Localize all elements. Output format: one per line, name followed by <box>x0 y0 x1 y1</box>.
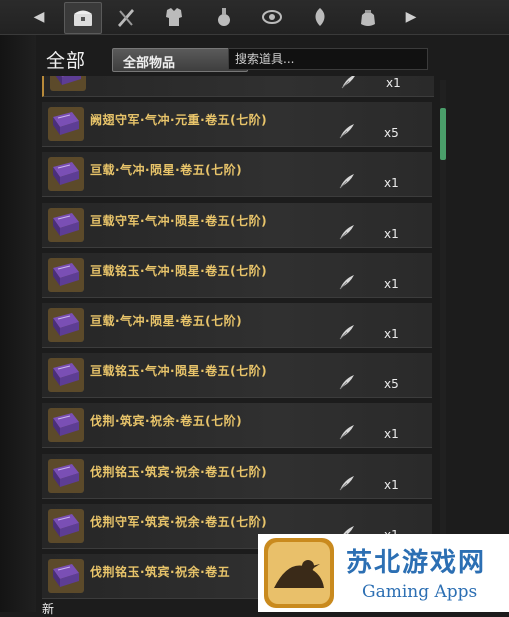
watermark-badge: 苏北游戏网 Gaming Apps <box>258 534 509 612</box>
category-dropdown-value: 全部物品 <box>123 56 176 71</box>
item-quantity: x5 <box>384 377 399 392</box>
scrollbar-thumb[interactable] <box>440 108 446 160</box>
manual-book-icon <box>48 107 84 142</box>
manual-book-icon <box>48 508 84 543</box>
armor-icon <box>166 8 182 26</box>
tab-armor[interactable] <box>156 2 192 32</box>
item-name: 伐荆·筑宾·祝余·卷五(七阶) <box>90 414 243 429</box>
manual-book-icon <box>50 76 86 91</box>
filter-bar: 全部 全部物品 <box>40 44 440 76</box>
item-row[interactable]: 亘载铭玉·气冲·陨星·卷五(七阶) x5 <box>42 353 432 399</box>
tab-pouch[interactable] <box>350 2 386 32</box>
item-quantity: x1 <box>384 327 399 341</box>
manual-book-icon <box>48 157 84 192</box>
item-row[interactable]: 阙翅守军·气冲·元重·卷五(七阶) x5 <box>42 102 432 148</box>
category-tab-bar: ◀ ▶ <box>0 0 509 35</box>
accessory-icon <box>262 10 282 24</box>
new-label: 新 <box>42 602 55 616</box>
category-title: 全部 <box>46 50 87 72</box>
item-name: 伐荆铭玉·筑宾·祝余·卷五(七阶) <box>90 464 268 479</box>
item-list: x1 阙翅守军·气冲·元重·卷五(七阶) x5 亘载·气冲·陨星·卷五(七阶) x1 亘载… <box>40 76 436 612</box>
quill-icon <box>341 76 355 89</box>
item-quantity: x5 <box>384 126 399 141</box>
item-quantity: x1 <box>384 276 399 291</box>
item-name: 亘载·气冲·陨星·卷五(七阶) <box>90 163 243 178</box>
quill-icon <box>339 174 354 189</box>
tab-chest[interactable] <box>64 2 102 34</box>
item-quantity: x1 <box>384 226 399 241</box>
item-row[interactable]: 伐荆·筑宾·祝余·卷五(七阶) x1 <box>42 403 432 449</box>
item-row[interactable]: 亘载·气冲·陨星·卷五(七阶) x1 <box>42 303 432 348</box>
item-row[interactable]: 亘载铭玉·气冲·陨星·卷五(七阶) x1 <box>42 252 432 298</box>
manual-book-icon <box>48 559 84 593</box>
manual-book-icon <box>48 458 84 493</box>
item-name: 伐荆守军·筑宾·祝余·卷五(七阶) <box>90 514 268 529</box>
tab-next-arrow-icon[interactable]: ▶ <box>402 8 420 26</box>
item-quantity: x1 <box>384 477 399 492</box>
item-quantity: x1 <box>384 176 399 191</box>
tab-herb[interactable] <box>302 2 338 32</box>
manual-book-icon <box>48 408 84 443</box>
watermark-subtitle: Gaming Apps <box>362 582 478 602</box>
chest-icon <box>74 10 92 26</box>
watermark-logo-icon <box>264 538 334 608</box>
tab-prev-arrow-icon[interactable]: ◀ <box>30 8 48 26</box>
tab-weapon[interactable] <box>108 2 144 32</box>
item-row[interactable]: 亘载守军·气冲·陨星·卷五(七阶) x1 <box>42 202 432 248</box>
tab-accessory[interactable] <box>254 2 290 32</box>
manual-book-icon <box>48 308 84 342</box>
weapon-icon <box>118 9 134 27</box>
tab-potion[interactable] <box>206 2 242 32</box>
manual-book-icon <box>48 358 84 393</box>
quill-icon <box>339 325 354 340</box>
pouch-icon <box>361 10 375 26</box>
left-frame <box>0 34 36 612</box>
item-name: 亘载铭玉·气冲·陨星·卷五(七阶) <box>90 364 268 379</box>
quill-icon <box>339 124 354 139</box>
quill-icon <box>339 425 354 440</box>
watermark-title: 苏北游戏网 <box>346 548 487 578</box>
potion-icon <box>218 8 230 26</box>
item-name: 亘载·气冲·陨星·卷五(七阶) <box>90 314 243 328</box>
quill-icon <box>339 475 354 490</box>
item-quantity: x1 <box>386 76 401 90</box>
quill-icon <box>339 274 354 290</box>
manual-book-icon <box>48 257 84 292</box>
quill-icon <box>339 224 354 239</box>
item-row[interactable]: 伐荆铭玉·筑宾·祝余·卷五(七阶) x1 <box>42 453 432 499</box>
item-row[interactable]: 亘载·气冲·陨星·卷五(七阶) x1 <box>42 152 432 198</box>
item-name: 亘载铭玉·气冲·陨星·卷五(七阶) <box>90 263 268 278</box>
item-row[interactable]: x1 <box>42 76 434 97</box>
item-name: 伐荆铭玉·筑宾·祝余·卷五 <box>90 565 231 579</box>
quill-icon <box>339 375 354 390</box>
herb-icon <box>315 8 325 26</box>
item-quantity: x1 <box>384 427 399 442</box>
item-name: 阙翅守军·气冲·元重·卷五(七阶) <box>90 113 268 128</box>
item-name: 亘载守军·气冲·陨星·卷五(七阶) <box>90 213 268 228</box>
manual-book-icon <box>48 207 84 242</box>
search-input[interactable] <box>228 48 428 70</box>
